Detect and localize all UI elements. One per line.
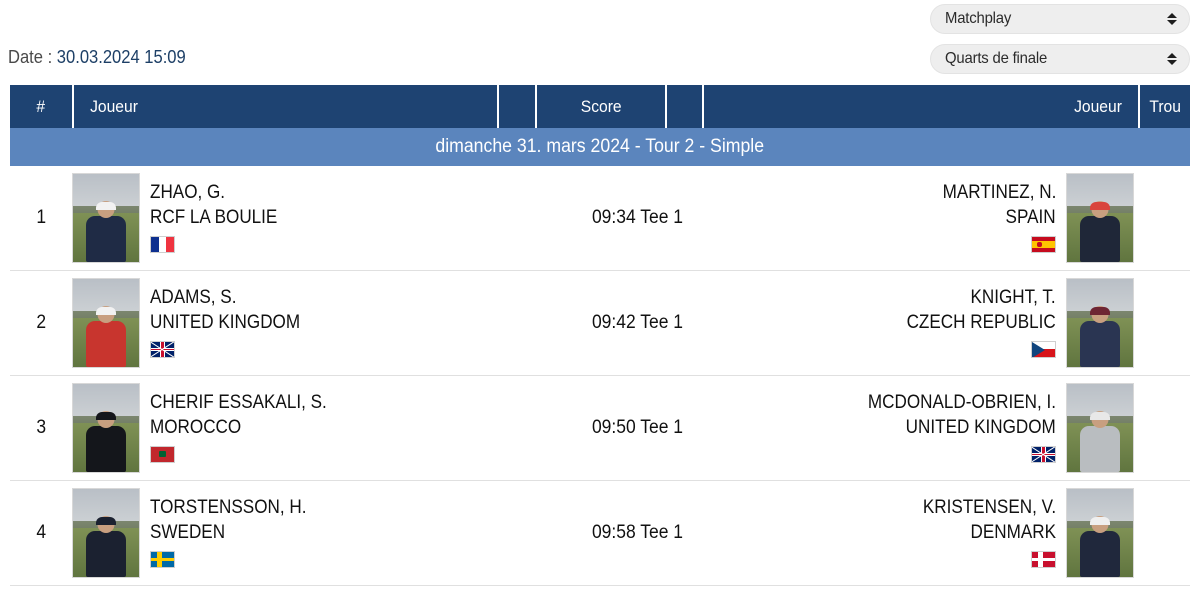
- player-photo: [1066, 488, 1134, 578]
- player-right-club: CZECH REPUBLIC: [906, 312, 1056, 333]
- player-left-name: ZHAO, G.: [150, 182, 226, 204]
- player-left-club: SWEDEN: [150, 522, 226, 543]
- table-row[interactable]: 3 CHERIF ESSAKALI, S. MOROCCO 09:50 Tee …: [10, 376, 1190, 481]
- flag-denmark-icon: [1031, 550, 1056, 568]
- player-left-info: ZHAO, G. RCF LA BOULIE: [150, 182, 292, 253]
- player-right-info: MARTINEZ, N. SPAIN: [930, 182, 1056, 253]
- player-photo: [1066, 278, 1134, 368]
- player-left-club: MOROCCO: [150, 417, 242, 438]
- table-row[interactable]: 4 TORSTENSSON, H. SWEDEN 09:58 Tee 1 KRI…: [10, 481, 1190, 586]
- flag-uk-icon: [1031, 445, 1056, 463]
- table-header-row: # Joueur Score Joueur Trou: [10, 85, 1190, 128]
- chevron-updown-icon: [1166, 11, 1178, 27]
- stage-select[interactable]: Quarts de finale: [930, 44, 1190, 74]
- stage-select-value: Quarts de finale: [945, 50, 1048, 67]
- player-left-info: TORSTENSSON, H. SWEDEN: [150, 497, 324, 568]
- player-left-info: CHERIF ESSAKALI, S. MOROCCO: [150, 392, 346, 463]
- player-left[interactable]: ADAMS, S. UNITED KINGDOM: [72, 278, 497, 368]
- table-body: 1 ZHAO, G. RCF LA BOULIE 09:34 Tee 1 MAR…: [10, 166, 1190, 586]
- player-left[interactable]: CHERIF ESSAKALI, S. MOROCCO: [72, 383, 497, 473]
- format-select-value: Matchplay: [945, 10, 1012, 27]
- player-right-club: SPAIN: [1005, 207, 1056, 228]
- round-subheader-text: dimanche 31. mars 2024 - Tour 2 - Simple: [435, 136, 765, 157]
- row-number: 1: [36, 207, 46, 228]
- match-score: 09:42 Tee 1: [591, 312, 684, 333]
- player-left-club: RCF LA BOULIE: [150, 207, 278, 228]
- player-photo: [72, 383, 140, 473]
- header-score: Score: [535, 85, 665, 128]
- player-left-name: ADAMS, S.: [150, 287, 237, 309]
- header-player-left: Joueur: [72, 85, 497, 128]
- player-left-name: CHERIF ESSAKALI, S.: [150, 392, 327, 414]
- player-left[interactable]: TORSTENSSON, H. SWEDEN: [72, 488, 497, 578]
- player-right-name: KNIGHT, T.: [970, 287, 1056, 309]
- row-number: 4: [36, 522, 46, 543]
- player-photo: [72, 278, 140, 368]
- player-right[interactable]: KNIGHT, T. CZECH REPUBLIC: [777, 278, 1138, 368]
- date-line: Date : 30.03.2024 15:09: [8, 47, 186, 68]
- round-subheader: dimanche 31. mars 2024 - Tour 2 - Simple: [10, 128, 1190, 166]
- filter-controls: Matchplay Quarts de finale: [930, 4, 1190, 74]
- player-right-name: KRISTENSEN, V.: [922, 497, 1056, 519]
- player-left-name: TORSTENSSON, H.: [150, 497, 307, 519]
- player-right-info: KRISTENSEN, V. DENMARK: [908, 497, 1056, 568]
- player-photo: [72, 488, 140, 578]
- table-row[interactable]: 2 ADAMS, S. UNITED KINGDOM 09:42 Tee 1 K…: [10, 271, 1190, 376]
- player-right-info: KNIGHT, T. CZECH REPUBLIC: [890, 287, 1056, 358]
- player-photo: [1066, 173, 1134, 263]
- flag-france-icon: [150, 235, 175, 253]
- player-right[interactable]: MCDONALD-OBRIEN, I. UNITED KINGDOM: [777, 383, 1138, 473]
- chevron-updown-icon: [1166, 51, 1178, 67]
- player-left-info: ADAMS, S. UNITED KINGDOM: [150, 287, 317, 358]
- flag-uk-icon: [150, 340, 175, 358]
- row-number: 2: [36, 312, 46, 333]
- player-right[interactable]: KRISTENSEN, V. DENMARK: [777, 488, 1138, 578]
- date-value: 30.03.2024 15:09: [56, 47, 186, 67]
- flag-spain-icon: [1031, 235, 1056, 253]
- row-number: 3: [36, 417, 46, 438]
- format-select[interactable]: Matchplay: [930, 4, 1190, 34]
- player-right-club: DENMARK: [970, 522, 1056, 543]
- player-right-name: MARTINEZ, N.: [942, 182, 1056, 204]
- table-row[interactable]: 1 ZHAO, G. RCF LA BOULIE 09:34 Tee 1 MAR…: [10, 166, 1190, 271]
- date-label: Date :: [8, 47, 53, 67]
- header-spacer-left: [497, 85, 535, 128]
- header-player-right: Joueur: [702, 85, 1138, 128]
- player-right-info: MCDONALD-OBRIEN, I. UNITED KINGDOM: [847, 392, 1056, 463]
- flag-sweden-icon: [150, 550, 175, 568]
- header-number: #: [36, 96, 46, 116]
- player-photo: [72, 173, 140, 263]
- player-right-club: UNITED KINGDOM: [905, 417, 1056, 438]
- match-score: 09:58 Tee 1: [591, 522, 684, 543]
- match-score: 09:34 Tee 1: [591, 207, 684, 228]
- flag-czech-icon: [1031, 340, 1056, 358]
- pairings-table: # Joueur Score Joueur Trou dimanche 31. …: [10, 85, 1190, 586]
- header-spacer-right: [665, 85, 702, 128]
- player-right[interactable]: MARTINEZ, N. SPAIN: [777, 173, 1138, 263]
- header-hole: Trou: [1138, 85, 1190, 128]
- match-score: 09:50 Tee 1: [591, 417, 684, 438]
- player-photo: [1066, 383, 1134, 473]
- tee-times-page: Matchplay Quarts de finale Date : 30.03.…: [0, 0, 1200, 602]
- flag-morocco-icon: [150, 445, 175, 463]
- player-left[interactable]: ZHAO, G. RCF LA BOULIE: [72, 173, 497, 263]
- player-left-club: UNITED KINGDOM: [150, 312, 301, 333]
- player-right-name: MCDONALD-OBRIEN, I.: [867, 392, 1056, 414]
